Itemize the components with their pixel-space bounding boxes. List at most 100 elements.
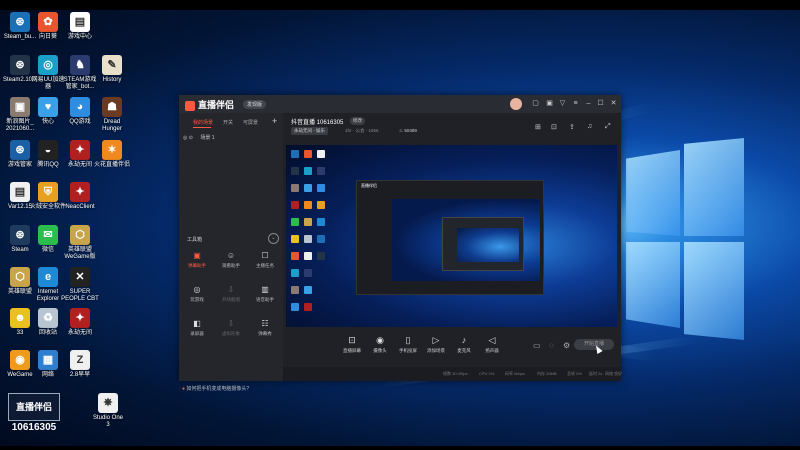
preview-icon xyxy=(291,269,299,277)
tool-item[interactable]: ▥ 语音助手 xyxy=(249,285,281,303)
settings-icon[interactable]: ⚙ xyxy=(563,341,570,350)
maximize-icon[interactable]: ☐ xyxy=(596,99,605,108)
app-icon: ☗ xyxy=(102,97,122,117)
status-item: CPU 2% xyxy=(479,371,495,376)
tool-item[interactable]: ◎ 玩游戏 xyxy=(181,285,213,303)
shield-icon[interactable]: ▽ xyxy=(558,99,567,108)
tool-item[interactable]: ⇩ 开场截图 xyxy=(215,285,247,303)
control-button[interactable]: ◉ 摄像头 xyxy=(367,335,393,354)
windows-logo xyxy=(626,138,744,348)
tool-item[interactable]: ☷ 弹幕秀 xyxy=(249,319,281,337)
control-button[interactable]: ♪ 麦克风 xyxy=(451,335,477,354)
expand-icon[interactable]: ⤢ xyxy=(605,123,611,131)
close-icon[interactable]: ✕ xyxy=(609,99,618,108)
desktop-icon-label: Dread Hunger xyxy=(102,119,122,132)
main-panel: 抖音直播 10616305 修改 永劫无间 - 娱乐 1hr · 公会 · 19… xyxy=(283,113,622,381)
desktop-icon[interactable]: Z 2.8早早 xyxy=(61,350,99,379)
layout-icon[interactable]: ⊞ xyxy=(535,123,541,131)
hint-link[interactable]: ● 如何把手机变成电脑摄像头? xyxy=(182,385,280,395)
edit-room-button[interactable]: 修改 xyxy=(350,117,365,125)
control-icon: ⊡ xyxy=(348,335,356,345)
preview-icon xyxy=(304,286,312,294)
desktop-icon[interactable]: ✎ History xyxy=(93,55,131,84)
control-button[interactable]: ⊡ 直播屏幕 xyxy=(339,335,365,354)
desktop-icon[interactable]: ⬡ 英雄联盟 WeGame版 xyxy=(61,225,99,261)
eye-icon[interactable]: ◎ ⊙ xyxy=(183,135,193,141)
room-category[interactable]: 永劫无间 - 娱乐 xyxy=(291,127,328,135)
app-icon: ◎ xyxy=(38,55,58,75)
control-button[interactable]: ▷ 添加场景 xyxy=(423,335,449,354)
gift-icon[interactable]: ▣ xyxy=(545,99,554,108)
add-scene-icon[interactable]: + xyxy=(272,116,277,126)
control-icon: ▯ xyxy=(405,335,411,345)
lock-icon[interactable]: ⊡ xyxy=(551,123,557,131)
preview-icon xyxy=(291,252,299,260)
nested-app-title: 直播伴侣 xyxy=(361,183,377,188)
preview-icon xyxy=(304,201,312,209)
desktop-icon-label: 英雄联盟 WeGame版 xyxy=(64,247,96,260)
preview-icon xyxy=(304,150,312,158)
minimize-icon[interactable]: – xyxy=(584,99,593,108)
control-button[interactable]: ◁ 扬声器 xyxy=(479,335,505,354)
status-item: 延时 2s xyxy=(589,371,603,376)
menu-icon[interactable]: ≡ xyxy=(571,99,580,108)
user-avatar[interactable] xyxy=(510,98,522,110)
bell-icon[interactable]: ♫ xyxy=(587,123,592,130)
app-icon: ✦ xyxy=(70,182,90,202)
message-icon[interactable]: ▢ xyxy=(531,99,540,108)
tool-icon: ☺ xyxy=(226,251,236,260)
tool-item[interactable]: ▣ 弹幕助手 xyxy=(181,251,213,269)
preview-icon xyxy=(291,235,299,243)
stream-preview[interactable]: 直播伴侣 xyxy=(286,145,617,327)
record-icon[interactable]: ▭ xyxy=(533,341,541,350)
desktop-icon[interactable]: ▤ 游戏中心 xyxy=(61,12,99,41)
desktop-icon[interactable]: ✦ NeacClient xyxy=(61,182,99,211)
tab-screen[interactable]: 可屏景 xyxy=(243,119,258,126)
desktop-icon[interactable]: ✵ Studio One 3 xyxy=(89,393,127,429)
beauty-icon[interactable]: ◌ xyxy=(549,341,554,350)
toolbox-settings-icon[interactable]: ⌄ xyxy=(268,233,279,244)
app-icon: ✦ xyxy=(70,140,90,160)
preview-icon xyxy=(291,218,299,226)
desktop-icon[interactable]: ✦ 永劫无间 xyxy=(61,308,99,337)
app-icon: ✉ xyxy=(38,225,58,245)
share-icon[interactable]: ⇪ xyxy=(569,123,575,131)
preview-icon xyxy=(291,286,299,294)
app-icon: ⊛ xyxy=(10,225,30,245)
app-icon: ✿ xyxy=(38,12,58,32)
title-bar: 直播伴侣 发现版 ▢ ▣ ▽ ≡ – ☐ ✕ xyxy=(179,95,621,113)
tab-switch[interactable]: 开关 xyxy=(223,119,233,126)
room-views: ♨ 50489 xyxy=(399,128,417,134)
tool-icon: ⇩ xyxy=(227,285,235,294)
preview-icon xyxy=(304,167,312,175)
nested-stream-preview-2 xyxy=(457,228,519,262)
scene-item[interactable]: ◎ ⊙ 场景 1 xyxy=(183,134,279,144)
status-item: 码率 0kbps xyxy=(505,371,525,376)
app-icon: ✎ xyxy=(102,55,122,75)
app-icon: ⊛ xyxy=(10,140,30,160)
tool-item[interactable]: ⇩ 虚拟形象 xyxy=(215,319,247,337)
app-icon: ⬡ xyxy=(70,225,90,245)
tool-item[interactable]: ☺ 观看助手 xyxy=(215,251,247,269)
status-item: 帧数 30.00fps xyxy=(443,371,468,376)
room-title: 抖音直播 10616305 xyxy=(291,120,344,126)
desktop-icon-label: NeacClient xyxy=(65,204,95,210)
desktop-icon[interactable]: ☗ Dread Hunger xyxy=(93,97,131,133)
tool-item[interactable]: ◧ 录屏器 xyxy=(181,319,213,337)
desktop-icon[interactable]: ✶ 火花直播伴侣 xyxy=(93,140,131,169)
tool-item[interactable]: ☐ 主播任务 xyxy=(249,251,281,269)
control-bar: ⊡ 直播屏幕 ◉ 摄像头 ▯ 手机投屏 ▷ 添加场景 ♪ 麦克风 ◁ 扬声器 ▭ ◌ ⚙ 开始直播 xyxy=(283,327,621,367)
preview-icon xyxy=(317,184,325,192)
status-bar: 帧数 30.00fps CPU 2% 码率 0kbps 内存 20MB 丢帧 0% 延时 … xyxy=(283,367,622,381)
preview-icon xyxy=(317,167,325,175)
fire-icon: ♨ xyxy=(399,128,404,133)
hint-text: 如何把手机变成电脑摄像头? xyxy=(186,386,250,392)
tool-icon: ⇩ xyxy=(227,319,235,328)
version-badge[interactable]: 发现版 xyxy=(243,100,267,109)
desktop-icon[interactable]: ✕ SUPER PEOPLE CBT xyxy=(61,267,99,303)
preview-icon xyxy=(291,150,299,158)
control-button[interactable]: ▯ 手机投屏 xyxy=(395,335,421,354)
active-tab-indicator xyxy=(193,127,211,128)
desktop-id-badge[interactable]: 直播伴侣 10616305 xyxy=(2,393,66,433)
tab-my-scenes[interactable]: 我的场景 xyxy=(193,119,213,126)
